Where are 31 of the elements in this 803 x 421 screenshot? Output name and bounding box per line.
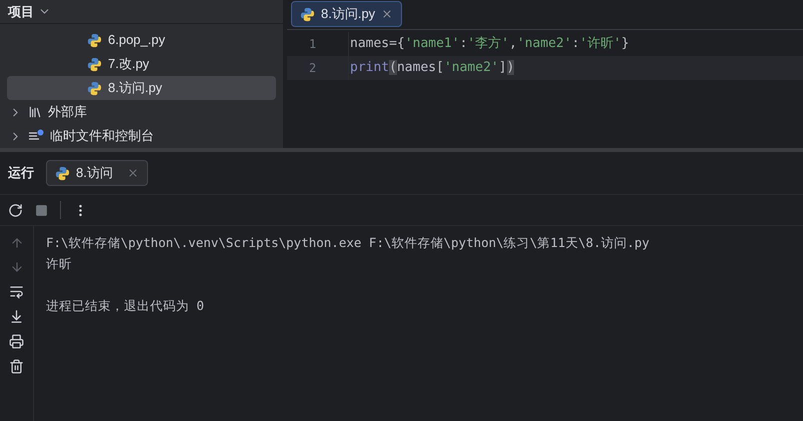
rerun-icon[interactable]: [8, 202, 23, 218]
wrap-icon[interactable]: [9, 284, 24, 299]
library-icon: [28, 105, 42, 119]
line-number: 1: [308, 36, 318, 53]
console-line: F:\软件存储\python\.venv\Scripts\python.exe F:\软件存储\python\练习\第11天\8.访问.py: [46, 234, 650, 252]
code-line: print(names['name2']): [350, 59, 514, 78]
python-icon: [87, 56, 102, 72]
panel-title: 运行: [8, 164, 34, 182]
tree-item[interactable]: 8.访问.py: [7, 76, 276, 100]
print-icon[interactable]: [9, 334, 24, 349]
tree-item[interactable]: 外部库: [7, 100, 276, 124]
code-line: names={'name1':'李方','name2':'许昕'}: [350, 35, 630, 54]
scroll-to-end-icon[interactable]: [9, 309, 24, 324]
run-tab[interactable]: 8.访问: [46, 160, 148, 186]
tree-item[interactable]: 6.pop_.py: [7, 28, 276, 52]
trash-icon[interactable]: [9, 359, 24, 374]
python-icon: [55, 166, 70, 180]
tree-item[interactable]: 7.改.py: [7, 52, 276, 76]
python-icon: [87, 80, 102, 96]
stop-icon[interactable]: [35, 204, 48, 216]
panel-title: 项目: [8, 2, 34, 21]
tree-item[interactable]: 临时文件和控制台: [7, 124, 276, 148]
editor-tab[interactable]: 8.访问.py: [291, 1, 402, 27]
line-number: 2: [308, 60, 318, 77]
console-line: 进程已结束，退出代码为 0: [46, 297, 206, 315]
console-line: 许昕: [46, 255, 73, 273]
python-icon: [300, 6, 315, 22]
python-icon: [87, 32, 102, 48]
close-icon[interactable]: [126, 167, 139, 179]
close-icon[interactable]: [381, 8, 394, 20]
arrow-up-icon[interactable]: [10, 236, 24, 250]
